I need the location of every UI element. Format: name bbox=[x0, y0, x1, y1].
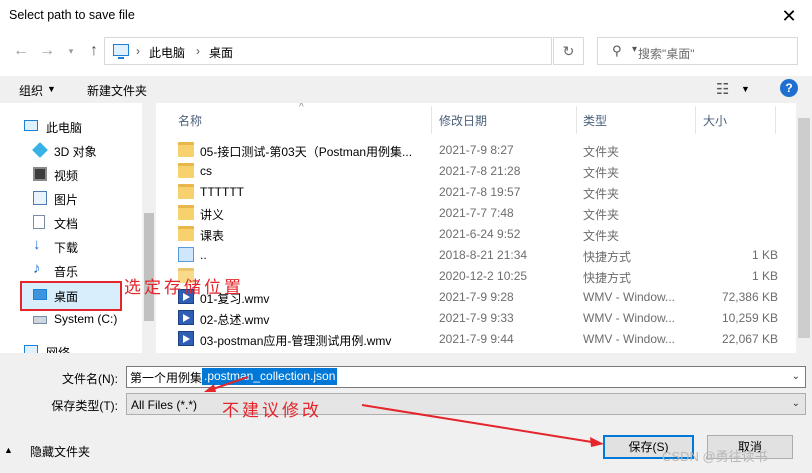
annotation-arrow-save bbox=[361, 404, 599, 444]
annotation-arrow-filename bbox=[209, 376, 249, 391]
watermark: CSDN @勇往读书 bbox=[662, 449, 768, 464]
annotation-arrowhead bbox=[590, 437, 604, 447]
annotation-overlay bbox=[204, 376, 604, 447]
annotation-arrowhead bbox=[204, 384, 216, 392]
